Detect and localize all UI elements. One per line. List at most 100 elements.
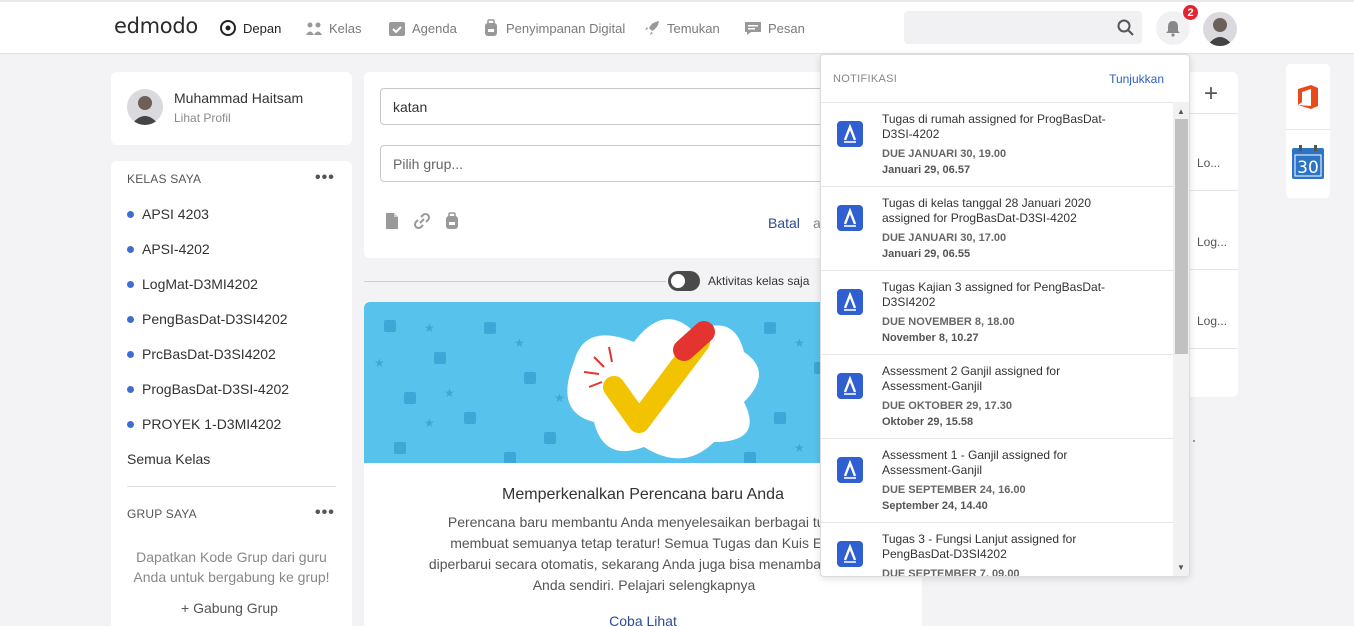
notification-item[interactable]: Tugas di kelas tanggal 28 Januari 2020 a…	[821, 187, 1173, 271]
class-item[interactable]: PengBasDat-D3SI4202	[127, 311, 288, 327]
classes-more-button[interactable]: •••	[315, 169, 335, 187]
assignment-icon	[837, 457, 863, 483]
my-classes-title: KELAS SAYA	[127, 172, 202, 186]
notifications-dropdown: NOTIFIKASI Tunjukkan Tugas di rumah assi…	[820, 54, 1190, 577]
section-divider	[127, 486, 336, 487]
search-icon	[1117, 19, 1134, 36]
nav-messages[interactable]: Pesan	[744, 18, 805, 38]
notification-due: DUE NOVEMBER 8, 18.00	[882, 316, 1015, 328]
classes-card: KELAS SAYA ••• APSI 4203 APSI-4202 LogMa…	[111, 161, 352, 626]
top-navigation-bar: edmodo Depan Kelas Agenda Penyimpanan Di…	[0, 0, 1354, 54]
nav-agenda-label: Agenda	[412, 20, 457, 36]
notification-time: Januari 29, 06.57	[882, 164, 971, 176]
class-label: PengBasDat-D3SI4202	[142, 311, 288, 327]
nav-digital-storage[interactable]: Penyimpanan Digital	[482, 18, 625, 38]
class-dot	[127, 315, 134, 323]
planner-item-label[interactable]: Log...	[1197, 314, 1227, 328]
profile-card: Muhammad Haitsam Lihat Profil	[111, 72, 352, 145]
class-dot	[127, 420, 134, 428]
side-app-launcher: 30	[1286, 64, 1330, 198]
avatar-image	[127, 89, 163, 125]
notification-time: Oktober 29, 15.58	[882, 416, 974, 428]
notification-item[interactable]: Assessment 2 Ganjil assigned for Assessm…	[821, 355, 1173, 439]
cancel-button[interactable]: Batal	[768, 215, 800, 231]
class-item[interactable]: PrcBasDat-D3SI4202	[127, 346, 276, 362]
class-activity-label: Aktivitas kelas saja	[708, 274, 810, 288]
decorative-dot	[1193, 440, 1195, 442]
scroll-down-arrow[interactable]: ▼	[1177, 563, 1185, 572]
class-label: ProgBasDat-D3SI-4202	[142, 381, 290, 397]
notification-time: November 8, 10.27	[882, 332, 979, 344]
user-avatar[interactable]	[1203, 12, 1237, 46]
class-item[interactable]: APSI 4203	[127, 206, 209, 222]
profile-avatar[interactable]	[127, 89, 163, 125]
office-icon[interactable]	[1296, 84, 1320, 110]
toggle-knob	[671, 274, 685, 288]
notification-item[interactable]: Tugas di rumah assigned for ProgBasDat-D…	[821, 103, 1173, 187]
nav-discover[interactable]: Temukan	[643, 18, 720, 38]
nav-classes[interactable]: Kelas	[305, 18, 362, 38]
svg-text:★: ★	[794, 336, 805, 350]
notification-time: Januari 29, 06.55	[882, 248, 971, 260]
class-label: LogMat-D3MI4202	[142, 276, 258, 292]
class-label: APSI-4202	[142, 241, 210, 257]
chat-icon	[745, 22, 761, 35]
class-item[interactable]: ProgBasDat-D3SI-4202	[127, 381, 289, 397]
svg-text:★: ★	[514, 336, 525, 350]
notification-item[interactable]: Tugas Kajian 3 assigned for PengBasDat-D…	[821, 271, 1173, 355]
class-item[interactable]: LogMat-D3MI4202	[127, 276, 258, 292]
class-dot	[127, 385, 134, 393]
rocket-icon	[645, 21, 659, 35]
notification-count-badge: 2	[1182, 4, 1199, 21]
assignment-icon	[837, 205, 863, 231]
backpack-icon	[485, 19, 497, 36]
notifications-list: Tugas di rumah assigned for ProgBasDat-D…	[821, 102, 1173, 576]
notification-item[interactable]: Assessment 1 - Ganjil assigned for Asses…	[821, 439, 1173, 523]
class-dot	[127, 280, 134, 288]
class-item[interactable]: PROYEK 1-D3MI4202	[127, 416, 281, 432]
class-item[interactable]: APSI-4202	[127, 241, 210, 257]
my-groups-title: GRUP SAYA	[127, 507, 197, 521]
svg-text:★: ★	[444, 386, 455, 400]
promo-body: Perencana baru membantu Anda menyelesaik…	[428, 514, 860, 593]
view-profile-link[interactable]: Lihat Profil	[174, 111, 231, 125]
notification-item[interactable]: Tugas 3 - Fungsi Lanjut assigned for Pen…	[821, 523, 1173, 576]
file-attach-icon[interactable]	[383, 212, 401, 230]
edmodo-logo[interactable]: edmodo	[114, 14, 198, 38]
separator	[1286, 129, 1330, 130]
scroll-up-arrow[interactable]: ▲	[1177, 107, 1185, 116]
show-all-link[interactable]: Tunjukkan	[1109, 72, 1164, 86]
notification-title: Tugas 3 - Fungsi Lanjut assigned for Pen…	[882, 532, 1077, 561]
groups-more-button[interactable]: •••	[315, 504, 335, 522]
svg-text:★: ★	[794, 441, 805, 455]
notification-title: Tugas Kajian 3 assigned for PengBasDat-D…	[882, 280, 1106, 309]
join-group-button[interactable]: + Gabung Grup	[181, 600, 278, 616]
planner-item-label[interactable]: Log...	[1197, 235, 1227, 249]
home-icon	[220, 20, 236, 36]
link-attach-icon[interactable]	[413, 212, 431, 230]
search-input[interactable]	[904, 11, 1142, 44]
nav-messages-label: Pesan	[768, 20, 805, 36]
notification-due: DUE JANUARI 30, 19.00	[882, 148, 1007, 160]
planner-item-label[interactable]: Lo...	[1197, 156, 1220, 170]
notifications-header: NOTIFIKASI	[833, 73, 898, 85]
class-label: APSI 4203	[142, 206, 209, 222]
class-dot	[127, 350, 134, 358]
nav-digital-storage-label: Penyimpanan Digital	[506, 20, 626, 36]
notification-time: September 24, 14.40	[882, 500, 988, 512]
try-it-link[interactable]: Coba Lihat	[364, 613, 922, 626]
avatar-image	[1203, 12, 1237, 46]
notification-due: DUE OKTOBER 29, 17.30	[882, 400, 1013, 412]
backpack-attach-icon[interactable]	[443, 212, 461, 230]
nav-home[interactable]: Depan	[219, 18, 281, 38]
class-activity-toggle[interactable]	[668, 271, 700, 291]
svg-text:★: ★	[374, 356, 385, 370]
assignment-icon	[837, 289, 863, 315]
all-classes-link[interactable]: Semua Kelas	[127, 451, 210, 467]
profile-name: Muhammad Haitsam	[174, 90, 304, 106]
assignment-icon	[837, 121, 863, 147]
svg-text:★: ★	[554, 391, 565, 405]
scrollbar-thumb[interactable]	[1175, 119, 1188, 354]
add-button[interactable]: +	[1204, 80, 1218, 108]
nav-agenda[interactable]: Agenda	[388, 18, 457, 38]
